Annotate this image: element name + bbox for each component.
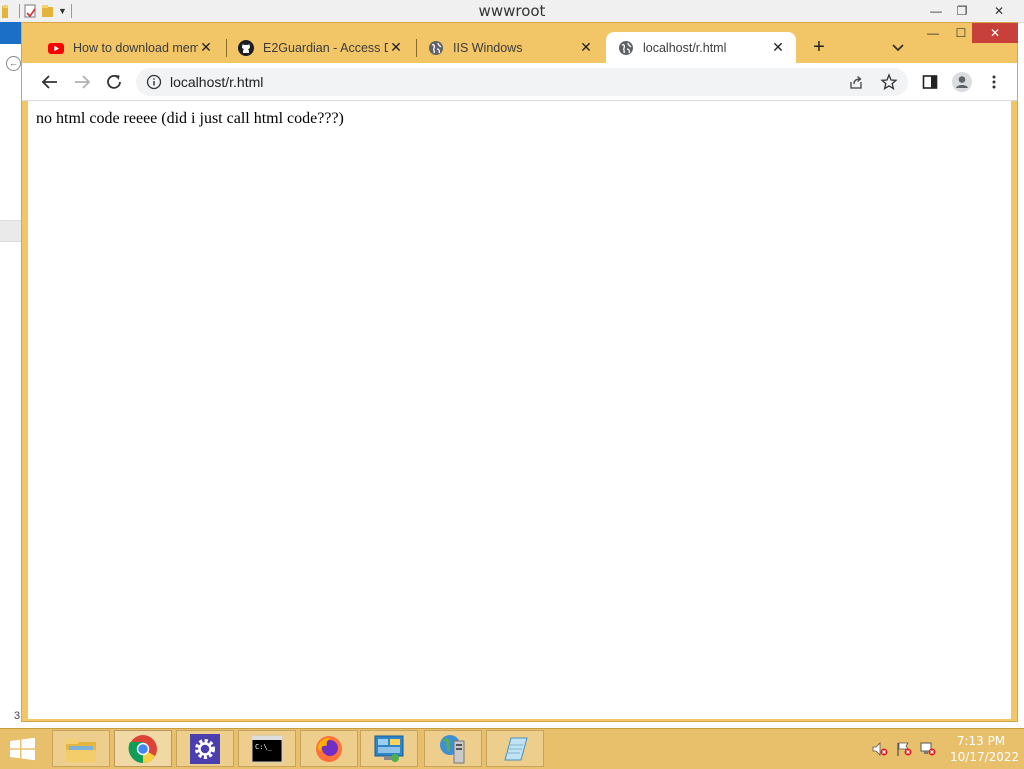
control-panel-icon bbox=[374, 735, 404, 762]
side-panel-icon bbox=[922, 75, 938, 89]
taskbar-chrome[interactable] bbox=[114, 730, 172, 767]
browser-toolbar bbox=[22, 63, 1017, 101]
back-arrow-icon[interactable]: ← bbox=[6, 56, 21, 71]
speaker-muted-icon[interactable] bbox=[872, 741, 888, 757]
tab-search-chevron-icon[interactable] bbox=[888, 36, 908, 58]
github-icon bbox=[238, 39, 254, 56]
folder-icon bbox=[66, 738, 96, 762]
share-icon[interactable] bbox=[848, 74, 864, 90]
explorer-close-button[interactable]: ✕ bbox=[983, 0, 1015, 22]
explorer-ribbon-file-tab[interactable] bbox=[0, 22, 21, 44]
taskbar-settings[interactable] bbox=[176, 730, 234, 767]
youtube-icon bbox=[48, 42, 64, 54]
taskbar-command-prompt[interactable]: C:\_ bbox=[238, 730, 296, 767]
chrome-minimize-button[interactable]: — bbox=[918, 23, 948, 43]
back-arrow-icon bbox=[41, 75, 57, 89]
clock-date: 10/17/2022 bbox=[950, 750, 1020, 764]
new-tab-button[interactable]: + bbox=[808, 36, 830, 58]
bookmark-star-icon[interactable] bbox=[880, 73, 898, 91]
explorer-status-count: 3 bbox=[14, 710, 21, 722]
gear-icon bbox=[190, 733, 220, 764]
taskbar-notepad[interactable] bbox=[486, 730, 544, 767]
taskbar-server-manager[interactable] bbox=[424, 730, 482, 767]
back-button[interactable] bbox=[38, 70, 62, 94]
system-tray bbox=[872, 741, 936, 757]
tab-label: IIS Windows bbox=[453, 40, 523, 55]
system-clock[interactable]: 7:13 PM 10/17/2022 bbox=[950, 733, 1020, 765]
tab-strip: How to download mem ✕ E2Guardian - Acces… bbox=[22, 23, 1018, 63]
site-info-icon[interactable] bbox=[146, 74, 162, 90]
clock-time: 7:13 PM bbox=[956, 734, 1006, 748]
reload-icon bbox=[107, 74, 121, 89]
explorer-titlebar: ▼ wwwroot — ❐ ✕ bbox=[0, 0, 1024, 23]
chrome-menu-button[interactable] bbox=[982, 70, 1006, 94]
omnibox[interactable] bbox=[136, 68, 908, 96]
tab-localhost-active[interactable]: localhost/r.html ✕ bbox=[606, 32, 796, 63]
page-content: no html code reeee (did i just call html… bbox=[28, 101, 1011, 719]
tab-label: How to download mem bbox=[73, 40, 198, 55]
tab-youtube[interactable]: How to download mem ✕ bbox=[36, 32, 224, 63]
chrome-close-button[interactable]: ✕ bbox=[972, 23, 1018, 43]
server-icon bbox=[440, 734, 465, 763]
globe-icon bbox=[429, 40, 443, 55]
address-input[interactable] bbox=[170, 68, 810, 96]
notepad-icon bbox=[504, 737, 528, 760]
forward-arrow-icon bbox=[75, 75, 91, 89]
firefox-icon bbox=[316, 735, 342, 762]
action-center-flag-icon[interactable] bbox=[896, 741, 912, 757]
taskbar-firefox[interactable] bbox=[300, 730, 358, 767]
close-tab-icon[interactable]: ✕ bbox=[388, 39, 404, 56]
chrome-browser-window: How to download mem ✕ E2Guardian - Acces… bbox=[21, 22, 1018, 722]
tab-iis-windows[interactable]: IIS Windows ✕ bbox=[416, 32, 604, 63]
taskbar-file-explorer[interactable] bbox=[52, 730, 110, 767]
explorer-list-item[interactable] bbox=[0, 220, 21, 242]
chrome-icon bbox=[128, 734, 157, 763]
avatar-icon bbox=[952, 72, 972, 92]
page-body-text: no html code reeee (did i just call html… bbox=[36, 110, 344, 127]
kebab-menu-icon bbox=[992, 75, 996, 89]
forward-button[interactable] bbox=[70, 70, 94, 94]
reload-button[interactable] bbox=[102, 70, 126, 94]
svg-text:C:\_: C:\_ bbox=[255, 743, 273, 751]
taskbar: C:\_ 7:13 PM 10/17/2022 bbox=[0, 728, 1024, 769]
profile-button[interactable] bbox=[950, 70, 974, 94]
explorer-window-title: wwwroot bbox=[478, 2, 546, 20]
taskbar-control-panel[interactable] bbox=[360, 730, 418, 767]
windows-start-icon[interactable] bbox=[8, 737, 38, 761]
tab-e2guardian[interactable]: E2Guardian - Access De ✕ bbox=[226, 32, 414, 63]
globe-icon bbox=[619, 40, 633, 55]
tab-label: E2Guardian - Access De bbox=[263, 40, 388, 55]
explorer-restore-button[interactable]: ❐ bbox=[946, 0, 978, 22]
side-panel-button[interactable] bbox=[918, 70, 942, 94]
cmd-icon: C:\_ bbox=[251, 735, 283, 762]
network-disconnected-icon[interactable] bbox=[920, 741, 936, 757]
close-tab-icon[interactable]: ✕ bbox=[198, 39, 214, 56]
tab-label: localhost/r.html bbox=[643, 40, 727, 55]
close-tab-icon[interactable]: ✕ bbox=[578, 39, 594, 56]
close-tab-icon[interactable]: ✕ bbox=[770, 39, 786, 56]
